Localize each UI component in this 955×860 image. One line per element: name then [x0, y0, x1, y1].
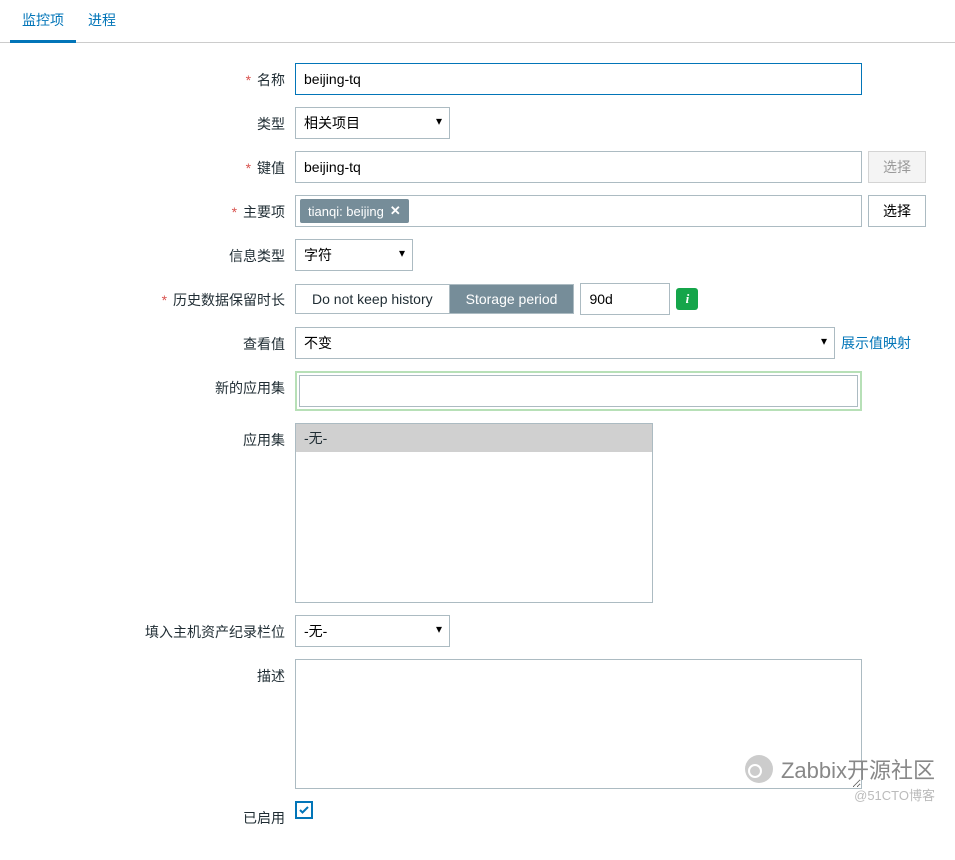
history-radio-group: Do not keep history Storage period [295, 284, 574, 314]
show-value-map-link[interactable]: 展示值映射 [841, 333, 911, 353]
tabs-bar: 监控项 进程 [0, 0, 955, 43]
history-opt-no-keep[interactable]: Do not keep history [296, 285, 450, 313]
label-type: 类型 [10, 107, 295, 134]
label-history: * 历史数据保留时长 [10, 283, 295, 310]
label-view-value: 查看值 [10, 327, 295, 354]
master-item-field[interactable]: tianqi: beijing ✕ [295, 195, 862, 227]
label-app: 应用集 [10, 423, 295, 450]
master-item-tag-label: tianqi: beijing [308, 204, 384, 219]
type-select[interactable]: 相关项目 [295, 107, 450, 139]
info-icon[interactable]: i [676, 288, 698, 310]
label-description: 描述 [10, 659, 295, 686]
info-type-select[interactable]: 字符 [295, 239, 413, 271]
tab-process[interactable]: 进程 [76, 0, 128, 42]
new-app-input[interactable] [299, 375, 858, 407]
label-name: * 名称 [10, 63, 295, 90]
master-item-tag: tianqi: beijing ✕ [300, 199, 409, 223]
tab-monitoring[interactable]: 监控项 [10, 0, 76, 43]
description-textarea[interactable] [295, 659, 862, 789]
key-select-button: 选择 [868, 151, 926, 183]
label-info-type: 信息类型 [10, 239, 295, 266]
list-item[interactable]: -无- [296, 424, 652, 452]
label-master: * 主要项 [10, 195, 295, 222]
history-value-input[interactable] [580, 283, 670, 315]
master-select-button[interactable]: 选择 [868, 195, 926, 227]
label-key: * 键值 [10, 151, 295, 178]
key-input[interactable] [295, 151, 862, 183]
name-input[interactable] [295, 63, 862, 95]
history-opt-storage[interactable]: Storage period [450, 285, 574, 313]
enabled-checkbox[interactable] [295, 801, 313, 819]
item-form: * 名称 类型 相关项目 * 键值 选择 * 主要项 tianqi: beiji… [0, 43, 955, 860]
inventory-select[interactable]: -无- [295, 615, 450, 647]
check-icon [298, 804, 310, 816]
app-listbox[interactable]: -无- [295, 423, 653, 603]
view-value-select[interactable]: 不变 [295, 327, 835, 359]
remove-tag-icon[interactable]: ✕ [390, 203, 401, 219]
label-new-app: 新的应用集 [10, 371, 295, 398]
new-app-highlight [295, 371, 862, 411]
label-inventory: 填入主机资产纪录栏位 [10, 615, 295, 642]
